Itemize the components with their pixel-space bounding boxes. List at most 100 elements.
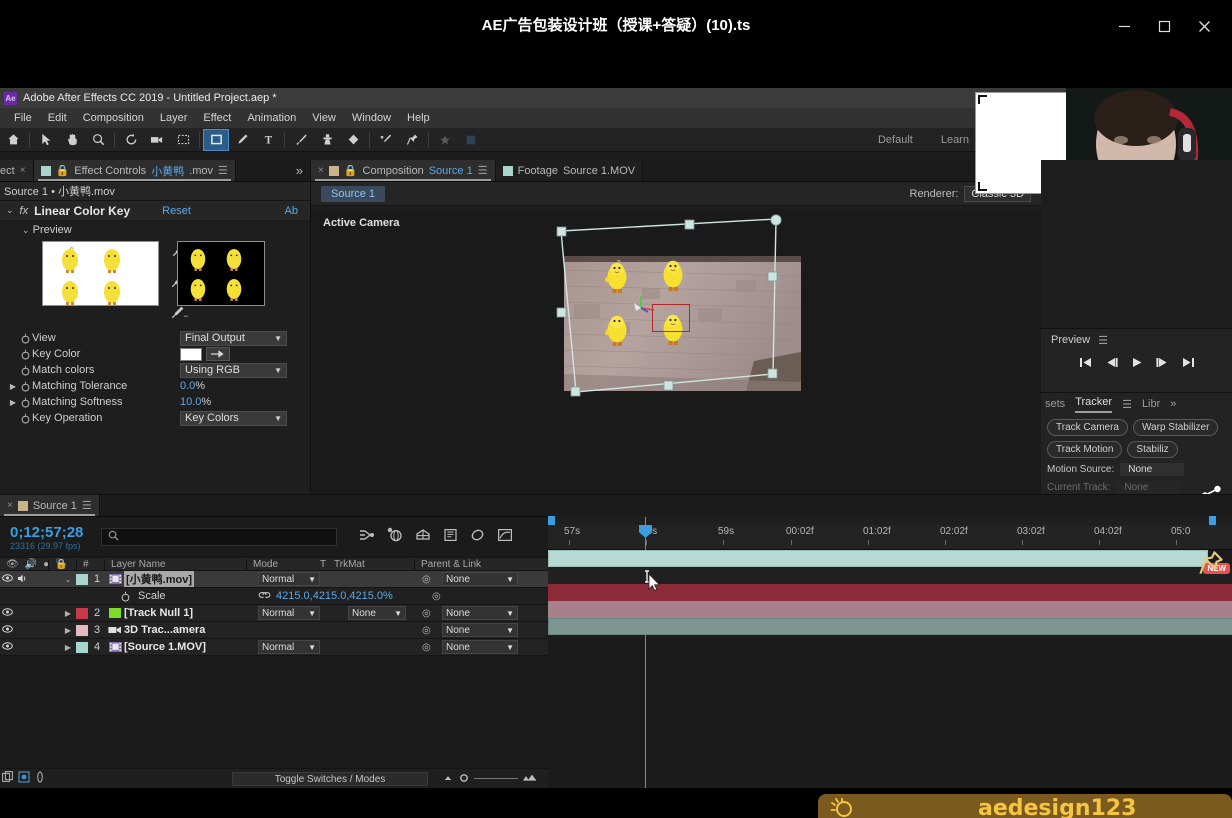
layer-mode-dropdown[interactable]: Normal ▼ — [258, 606, 320, 620]
property-select-view[interactable]: Final Output ▼ — [180, 331, 287, 346]
selection-tool-icon[interactable] — [33, 129, 59, 151]
layer-expand-toggle[interactable]: ⌄ — [60, 575, 76, 584]
graph-editor-toggle-icon[interactable] — [32, 771, 48, 786]
panel-menu-icon[interactable]: ☰ — [1098, 334, 1108, 347]
layer-visibility-toggle[interactable] — [0, 642, 15, 652]
home-icon[interactable] — [0, 129, 26, 151]
tab-effect-controls[interactable]: 🔒 Effect Controls 小黄鸭 .mov ☰ — [34, 160, 236, 181]
next-frame-button[interactable] — [1156, 357, 1169, 371]
tab-tracker[interactable]: Tracker — [1075, 396, 1112, 413]
motion-source-value[interactable]: None — [1120, 463, 1184, 476]
lock-icon[interactable]: 🔒 — [56, 164, 70, 177]
stabilize-motion-button[interactable]: Stabiliz — [1127, 441, 1177, 458]
panel-menu-icon[interactable]: ☰ — [82, 499, 92, 512]
previous-frame-button[interactable] — [1105, 357, 1118, 371]
tab-libraries[interactable]: Libr — [1142, 398, 1160, 410]
parent-pickwhip-icon[interactable]: ◎ — [422, 608, 431, 619]
maximize-button[interactable] — [1144, 0, 1184, 52]
track-motion-button[interactable]: Track Motion — [1047, 441, 1122, 458]
panel-menu-icon[interactable]: ☰ — [218, 164, 228, 177]
layer-visibility-toggle[interactable] — [0, 625, 15, 635]
work-area-bar[interactable] — [548, 516, 1232, 525]
column-layer-name[interactable]: Layer Name — [104, 559, 246, 570]
layer-parent-dropdown[interactable]: None ▼ — [442, 640, 518, 654]
menu-edit[interactable]: Edit — [40, 110, 75, 126]
timeline-current-time[interactable]: 0;12;57;28 — [10, 524, 83, 541]
layer-parent-dropdown[interactable]: None ▼ — [442, 623, 518, 637]
type-tool-icon[interactable]: T — [255, 129, 281, 151]
close-button[interactable] — [1184, 0, 1224, 52]
chain-icon[interactable] — [258, 590, 271, 602]
zoom-out-icon[interactable] — [442, 770, 454, 788]
pen-tool-icon[interactable] — [229, 129, 255, 151]
parent-pickwhip-icon[interactable]: ◎ — [422, 642, 431, 653]
stopwatch-icon[interactable] — [18, 333, 32, 344]
tabs-overflow[interactable]: » — [289, 160, 310, 181]
expand-arrow-icon[interactable]: ▶ — [8, 382, 18, 391]
comp-toggle-icon[interactable] — [16, 771, 32, 786]
layer-expand-toggle[interactable]: ▶ — [60, 643, 76, 652]
menu-animation[interactable]: Animation — [239, 110, 304, 126]
property-value-scale[interactable]: 4215.0,4215.0,4215.0% — [276, 590, 393, 602]
stopwatch-icon[interactable] — [18, 365, 32, 376]
key-color-eyedropper-icon[interactable] — [206, 347, 230, 361]
first-frame-button[interactable] — [1079, 357, 1092, 371]
layer-visibility-toggle[interactable] — [0, 608, 15, 618]
chevron-down-icon[interactable]: ⌄ — [22, 225, 30, 235]
work-area-start-handle[interactable] — [548, 516, 555, 525]
workspace-snapshot-icon[interactable] — [458, 129, 484, 151]
menu-effect[interactable]: Effect — [195, 110, 239, 126]
layer-name[interactable]: [小黄鸭.mov] — [124, 571, 194, 587]
work-area-end-handle[interactable] — [1209, 516, 1216, 525]
stopwatch-icon[interactable] — [18, 413, 32, 424]
layer-label-color[interactable] — [76, 608, 88, 619]
column-t[interactable]: T — [314, 559, 328, 570]
layer-name[interactable]: [Source 1.MOV] — [124, 641, 206, 653]
close-icon[interactable]: × — [20, 165, 26, 176]
toggle-switches-modes-button[interactable]: Toggle Switches / Modes — [232, 772, 428, 786]
expand-arrow-icon[interactable]: ▶ — [8, 398, 18, 407]
frame-blending-icon[interactable] — [0, 771, 16, 786]
eraser-tool-icon[interactable] — [340, 129, 366, 151]
zoom-in-icon[interactable] — [522, 770, 538, 788]
tabs-overflow-icon[interactable]: » — [1170, 398, 1176, 410]
camera-tool-icon[interactable] — [144, 129, 170, 151]
property-select-key-operation[interactable]: Key Colors ▼ — [180, 411, 287, 426]
tab-footage-source1[interactable]: Footage Source 1.MOV — [496, 160, 644, 181]
timeline-search-input[interactable] — [101, 528, 337, 546]
property-pickwhip-icon[interactable]: ◎ — [432, 591, 441, 602]
track-camera-button[interactable]: Track Camera — [1047, 419, 1128, 436]
favorite-star-icon[interactable] — [432, 129, 458, 151]
close-icon[interactable]: × — [318, 165, 324, 176]
hand-tool-icon[interactable] — [59, 129, 85, 151]
column-mode[interactable]: Mode — [246, 559, 314, 570]
menu-window[interactable]: Window — [344, 110, 399, 126]
layer-trkmat-dropdown[interactable]: None ▼ — [348, 606, 406, 620]
timeline-ruler[interactable]: 57s 58s 59s 00:02f 01:02f 02:02f 03:02f … — [548, 516, 1232, 550]
minimize-button[interactable] — [1104, 0, 1144, 52]
layer-mode-dropdown[interactable]: Normal ▼ — [258, 640, 320, 654]
zoom-slider-track[interactable] — [474, 778, 518, 779]
layer-parent-dropdown[interactable]: None ▼ — [442, 572, 518, 586]
menu-help[interactable]: Help — [399, 110, 438, 126]
layer-label-color[interactable] — [76, 625, 88, 636]
layer-name[interactable]: 3D Trac...amera — [124, 624, 205, 636]
tab-composition-source1[interactable]: × 🔒 Composition Source 1 ☰ — [311, 160, 496, 181]
shape-tool-icon[interactable] — [203, 129, 229, 151]
effect-about-button[interactable]: Ab — [285, 205, 298, 217]
menu-layer[interactable]: Layer — [152, 110, 196, 126]
layer-label-color[interactable] — [76, 574, 88, 585]
parent-pickwhip-icon[interactable]: ◎ — [422, 574, 431, 585]
layer-mode-dropdown[interactable]: Normal ▼ — [258, 572, 320, 586]
chevron-down-icon[interactable]: ⌄ — [6, 205, 14, 216]
property-value-matching-softness[interactable]: 10.0 — [180, 396, 201, 408]
layer-parent-dropdown[interactable]: None ▼ — [442, 606, 518, 620]
pin-icon[interactable] — [1198, 550, 1224, 581]
promo-banner[interactable]: aedesign123 — [818, 794, 1232, 818]
stopwatch-icon[interactable] — [18, 349, 32, 360]
stopwatch-icon[interactable] — [118, 591, 132, 602]
parent-pickwhip-icon[interactable]: ◎ — [422, 625, 431, 636]
lock-icon[interactable]: 🔒 — [344, 164, 358, 177]
panel-menu-icon[interactable]: ☰ — [478, 164, 488, 177]
stopwatch-icon[interactable] — [18, 397, 32, 408]
